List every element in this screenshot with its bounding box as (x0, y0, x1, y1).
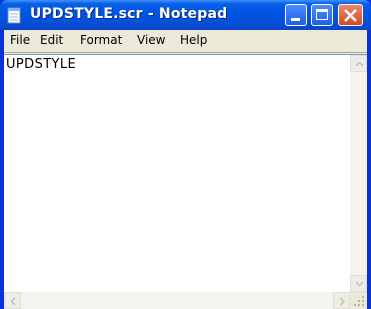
scroll-up-button[interactable] (350, 55, 367, 72)
maximize-icon (316, 9, 328, 20)
editor-content[interactable]: UPDSTYLE (6, 57, 76, 72)
arrow-down-icon (355, 281, 364, 287)
text-editor[interactable]: UPDSTYLE (4, 54, 367, 309)
close-button[interactable] (338, 4, 363, 26)
notepad-window: UPDSTYLE.scr - Notepad File Edit Format … (0, 0, 371, 309)
menu-format[interactable]: Format (78, 33, 124, 47)
menu-view[interactable]: View (135, 33, 167, 47)
scroll-right-button[interactable] (333, 292, 350, 309)
arrow-left-icon (10, 297, 16, 306)
minimize-button[interactable] (285, 4, 307, 26)
resize-grip-icon[interactable] (350, 292, 367, 309)
scroll-left-button[interactable] (4, 292, 21, 309)
notepad-icon (7, 7, 21, 24)
menu-bar: File Edit Format View Help (4, 30, 367, 53)
menu-divider (4, 52, 367, 53)
title-bar[interactable]: UPDSTYLE.scr - Notepad (0, 0, 371, 30)
menu-file[interactable]: File (8, 33, 32, 47)
maximize-button[interactable] (311, 4, 333, 26)
minimize-icon (291, 18, 300, 21)
scroll-down-button[interactable] (350, 275, 367, 292)
menu-help[interactable]: Help (178, 33, 209, 47)
vertical-scrollbar[interactable] (350, 55, 367, 292)
client-area: File Edit Format View Help UPDSTYLE (4, 30, 367, 309)
close-icon (344, 9, 357, 22)
window-title: UPDSTYLE.scr - Notepad (30, 6, 228, 22)
horizontal-scrollbar[interactable] (4, 292, 350, 309)
arrow-right-icon (339, 297, 346, 306)
arrow-up-icon (355, 61, 364, 67)
menu-edit[interactable]: Edit (38, 33, 65, 47)
